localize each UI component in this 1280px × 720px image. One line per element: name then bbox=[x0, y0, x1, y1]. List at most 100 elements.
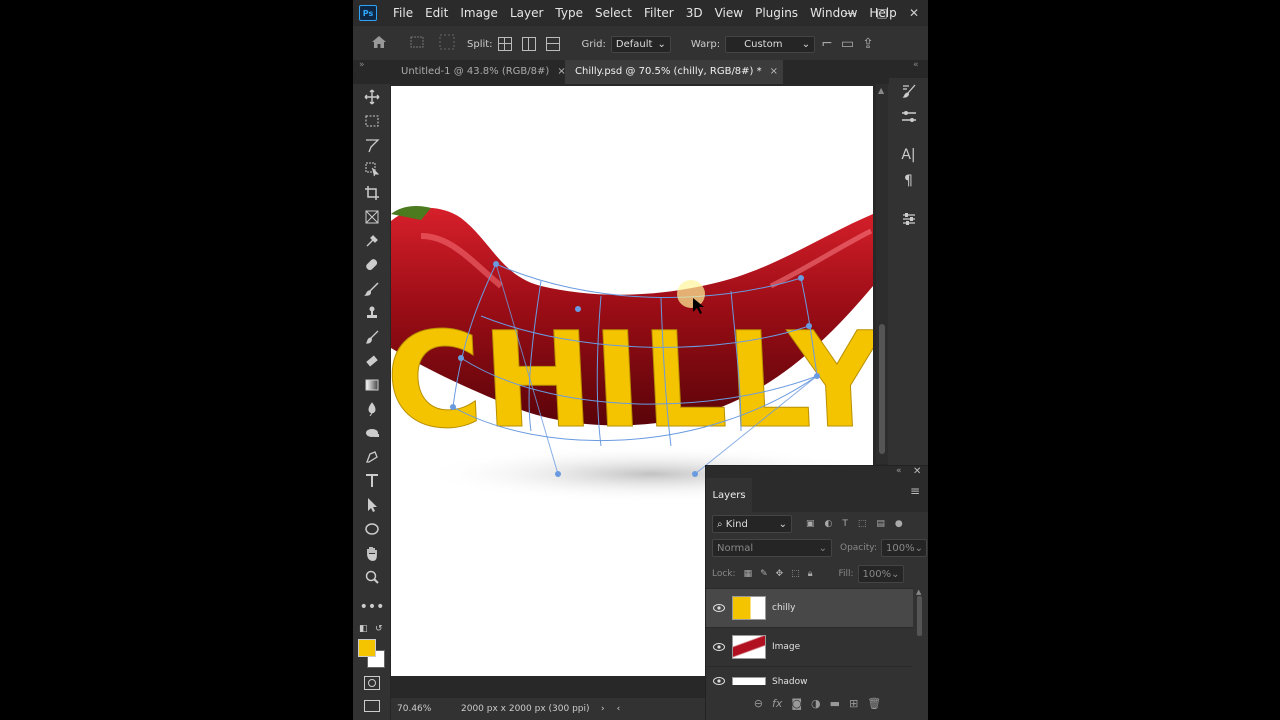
zoom-icon[interactable] bbox=[360, 566, 384, 588]
warp-handle[interactable] bbox=[692, 471, 698, 477]
group-folder-icon[interactable]: ▬ bbox=[830, 697, 840, 710]
warp-select[interactable]: Custom ⌄ bbox=[725, 35, 816, 53]
split-cross-icon[interactable] bbox=[497, 37, 512, 51]
warp-handle[interactable] bbox=[555, 471, 561, 477]
eye-icon[interactable] bbox=[706, 604, 732, 612]
more-icon[interactable]: ••• bbox=[360, 596, 385, 618]
scroll-up-icon[interactable]: ▲ bbox=[878, 86, 884, 95]
menu-3d[interactable]: 3D bbox=[680, 0, 709, 26]
lasso-icon[interactable] bbox=[360, 134, 384, 156]
gradient-icon[interactable] bbox=[360, 374, 384, 396]
panel-menu-icon[interactable]: ≡ bbox=[910, 484, 920, 498]
menu-select[interactable]: Select bbox=[589, 0, 638, 26]
grid-select[interactable]: Default ⌄ bbox=[610, 35, 671, 53]
swap-icon[interactable]: ↺ bbox=[375, 624, 383, 634]
status-arrow-icon[interactable]: › bbox=[601, 704, 605, 714]
layers-scrollbar[interactable]: ▲ bbox=[916, 588, 924, 678]
history-brush-icon[interactable] bbox=[360, 326, 384, 348]
menu-edit[interactable]: Edit bbox=[419, 0, 454, 26]
lock-transparent-icon[interactable]: ▦ bbox=[744, 569, 753, 579]
warp-handle[interactable] bbox=[798, 275, 804, 281]
panel-icon[interactable]: ▭ bbox=[841, 36, 854, 52]
hand-icon[interactable] bbox=[360, 542, 384, 564]
lock-all-icon[interactable]: 🔒︎ bbox=[808, 569, 813, 579]
delete-layer-icon[interactable]: 🗑︎ bbox=[867, 697, 881, 710]
brush-settings-icon[interactable] bbox=[889, 80, 928, 102]
lock-image-icon[interactable]: ✎ bbox=[760, 569, 768, 579]
close-window-icon[interactable]: ✕ bbox=[899, 0, 928, 26]
healing-icon[interactable] bbox=[360, 254, 384, 276]
adjustment-filter-icon[interactable]: ◐ bbox=[825, 519, 833, 529]
brush-icon[interactable] bbox=[360, 278, 384, 300]
tab-layers[interactable]: Layers bbox=[706, 478, 752, 512]
path-select-icon[interactable] bbox=[360, 494, 384, 516]
add-mask-icon[interactable]: ◙ bbox=[791, 697, 802, 710]
split-vertical-icon[interactable] bbox=[521, 37, 536, 51]
eyedropper-icon[interactable] bbox=[360, 230, 384, 252]
warp-handle[interactable] bbox=[458, 355, 464, 361]
menu-layer[interactable]: Layer bbox=[504, 0, 549, 26]
menu-view[interactable]: View bbox=[709, 0, 749, 26]
image-filter-icon[interactable]: ▣ bbox=[806, 519, 815, 529]
stamp-icon[interactable] bbox=[360, 302, 384, 324]
warp-orientation-icon[interactable]: ⌐ bbox=[821, 36, 833, 52]
transform-icon[interactable] bbox=[439, 34, 455, 54]
properties-icon[interactable] bbox=[889, 208, 928, 230]
vertical-scrollbar[interactable]: ▲ bbox=[876, 84, 888, 464]
ellipse-icon[interactable] bbox=[360, 518, 384, 540]
foreground-color-swatch[interactable] bbox=[358, 639, 376, 657]
warp-handle[interactable] bbox=[493, 261, 499, 267]
blend-mode-select[interactable]: Normal ⌄ bbox=[712, 539, 832, 557]
link-layers-icon[interactable]: ⊖ bbox=[754, 697, 763, 710]
character-icon[interactable]: A| bbox=[889, 144, 928, 166]
marquee-icon[interactable] bbox=[360, 110, 384, 132]
split-horizontal-icon[interactable] bbox=[545, 37, 560, 51]
new-layer-icon[interactable]: ⊞ bbox=[849, 697, 858, 710]
screen-mode-icon[interactable] bbox=[364, 700, 380, 712]
layer-row-shadow[interactable]: Shadow bbox=[706, 666, 913, 685]
layer-name[interactable]: chilly bbox=[772, 603, 795, 613]
paragraph-icon[interactable]: ¶ bbox=[889, 170, 928, 192]
warp-handle[interactable] bbox=[806, 323, 812, 329]
type-filter-icon[interactable]: T bbox=[842, 519, 848, 529]
tab-untitled[interactable]: Untitled-1 @ 43.8% (RGB/8#) × bbox=[391, 60, 571, 84]
eye-icon[interactable] bbox=[706, 643, 732, 651]
share-icon[interactable]: ⇪ bbox=[862, 36, 874, 52]
fx-icon[interactable]: fx bbox=[772, 697, 782, 710]
minimize-icon[interactable]: — bbox=[835, 0, 865, 26]
warp-handle[interactable] bbox=[450, 404, 456, 410]
collapse-icon[interactable]: » bbox=[359, 60, 365, 70]
filter-toggle-icon[interactable]: ● bbox=[895, 519, 903, 529]
collapse-panel-icon[interactable]: « bbox=[896, 466, 902, 476]
fill-input[interactable]: 100% ⌄ bbox=[857, 565, 904, 583]
menu-plugins[interactable]: Plugins bbox=[749, 0, 804, 26]
kind-filter-select[interactable]: ⌕ Kind ⌄ bbox=[712, 515, 792, 533]
type-icon[interactable] bbox=[360, 470, 384, 492]
layer-row-chilly[interactable]: chilly bbox=[706, 588, 913, 627]
layer-name[interactable]: Shadow bbox=[772, 677, 808, 685]
menu-type[interactable]: Type bbox=[549, 0, 589, 26]
lock-position-icon[interactable]: ✥ bbox=[776, 569, 784, 579]
scroll-thumb[interactable] bbox=[917, 596, 922, 636]
scroll-up-icon[interactable]: ▲ bbox=[916, 588, 924, 596]
scroll-thumb[interactable] bbox=[879, 324, 885, 454]
smart-object-filter-icon[interactable]: ▤ bbox=[876, 519, 885, 529]
warp-tool-icon[interactable] bbox=[409, 35, 425, 53]
expand-icon[interactable]: « bbox=[913, 60, 919, 70]
layer-name[interactable]: Image bbox=[772, 642, 800, 652]
opacity-input[interactable]: 100% ⌄ bbox=[881, 539, 927, 557]
object-select-icon[interactable] bbox=[360, 158, 384, 180]
close-icon[interactable]: × bbox=[770, 66, 778, 77]
swap-colors-icon[interactable]: ◧ bbox=[359, 624, 368, 634]
close-panel-icon[interactable]: ✕ bbox=[913, 466, 921, 477]
menu-filter[interactable]: Filter bbox=[638, 0, 680, 26]
zoom-level[interactable]: 70.46% bbox=[397, 704, 457, 714]
frame-icon[interactable] bbox=[360, 206, 384, 228]
adjustment-layer-icon[interactable]: ◑ bbox=[811, 697, 821, 710]
pen-icon[interactable] bbox=[360, 446, 384, 468]
menu-file[interactable]: File bbox=[387, 0, 419, 26]
menu-image[interactable]: Image bbox=[454, 0, 504, 26]
layer-row-image[interactable]: Image bbox=[706, 627, 913, 666]
adjustments-icon[interactable] bbox=[889, 106, 928, 128]
move-icon[interactable] bbox=[360, 86, 384, 108]
